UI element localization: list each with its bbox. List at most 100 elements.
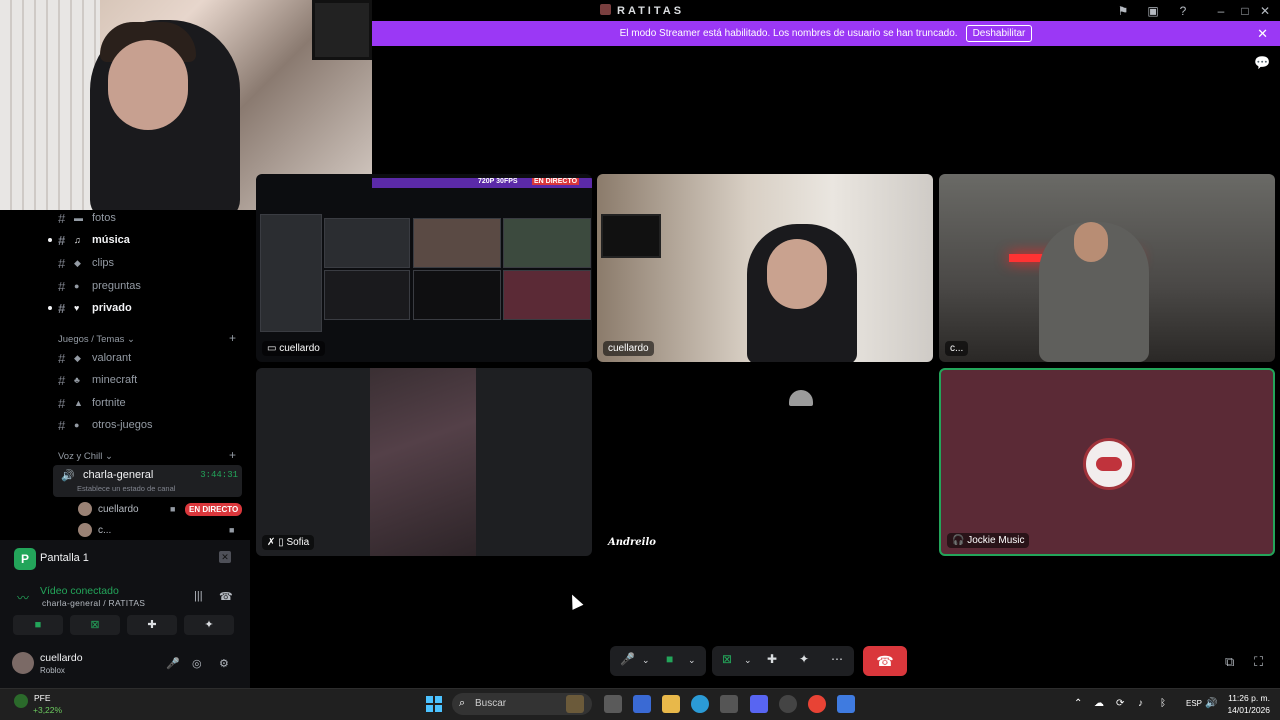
joystick-icon: ♣ bbox=[74, 375, 80, 385]
search-icon: ⌕ bbox=[459, 697, 466, 709]
chevron-up-icon[interactable]: ⌃ bbox=[1074, 698, 1082, 709]
search-placeholder[interactable]: Buscar bbox=[475, 698, 506, 709]
add-channel-icon[interactable]: + bbox=[229, 448, 236, 462]
noise-suppression-icon[interactable]: ||| bbox=[194, 590, 203, 602]
channel-otros-juegos[interactable]: # ● otros-juegos bbox=[58, 416, 153, 434]
inbox-icon[interactable]: ⚑ bbox=[1116, 4, 1130, 18]
sync-icon[interactable]: ⟳ bbox=[1116, 698, 1124, 709]
cloud-icon[interactable]: ☁ bbox=[1094, 698, 1104, 709]
store-icon[interactable] bbox=[720, 695, 738, 713]
activities-button[interactable]: ✚ bbox=[127, 615, 177, 635]
voice-member[interactable]: c... bbox=[78, 523, 111, 537]
hash-icon: # bbox=[58, 210, 66, 226]
close-banner-icon[interactable]: ✕ bbox=[1257, 26, 1268, 42]
stock-change: +3,22% bbox=[33, 705, 63, 715]
camera-tile-sofia[interactable]: ✗ ▯ Sofia bbox=[256, 368, 592, 556]
popout-icon[interactable]: ⧉ bbox=[1225, 654, 1234, 670]
channel-privado[interactable]: # ♥ privado bbox=[58, 299, 132, 317]
copilot-icon[interactable] bbox=[633, 695, 651, 713]
disable-streamer-button[interactable]: Deshabilitar bbox=[965, 25, 1033, 42]
file-explorer-icon[interactable] bbox=[662, 695, 680, 713]
disconnect-icon[interactable]: ☎ bbox=[219, 590, 233, 603]
screen-share-icon: P bbox=[14, 548, 36, 570]
stream-tile[interactable]: 720P 30FPS EN DIRECTO ▭ cuellardo bbox=[256, 174, 592, 362]
channel-minecraft[interactable]: # ♣ minecraft bbox=[58, 371, 137, 389]
app-icon[interactable] bbox=[837, 695, 855, 713]
hang-up-button[interactable]: ☎ bbox=[863, 646, 907, 676]
channel-fortnite[interactable]: # ▲ fortnite bbox=[58, 394, 126, 412]
camera-tile-cuellardo[interactable]: cuellardo bbox=[597, 174, 933, 362]
add-channel-icon[interactable]: + bbox=[229, 331, 236, 345]
speaker-icon[interactable]: 🔊 bbox=[1205, 698, 1217, 709]
channel-clips[interactable]: # ◆ clips bbox=[58, 254, 114, 272]
discord-icon[interactable] bbox=[750, 695, 768, 713]
close-window-icon[interactable]: ✕ bbox=[1258, 4, 1272, 18]
maximize-icon[interactable]: □ bbox=[1238, 4, 1252, 18]
channel-musica[interactable]: # ♫ música bbox=[58, 231, 130, 249]
clock-date[interactable]: 14/01/2026 bbox=[1224, 705, 1270, 715]
headphones-icon[interactable]: ◎ bbox=[192, 657, 202, 670]
screen-share-button[interactable]: ⊠ bbox=[70, 615, 120, 635]
voice-timer: 3:44:31 bbox=[200, 470, 238, 480]
app-icon[interactable] bbox=[779, 695, 797, 713]
channel-valorant[interactable]: # ◆ valorant bbox=[58, 349, 131, 367]
fire-icon: ▲ bbox=[74, 398, 83, 408]
channel-fotos[interactable]: # ▬ fotos bbox=[58, 209, 116, 227]
task-view-icon[interactable] bbox=[604, 695, 622, 713]
gamepad-icon: ◆ bbox=[74, 352, 81, 363]
microphone-icon[interactable]: 🎤 bbox=[620, 652, 635, 666]
screen-share-icon[interactable]: ⊠ bbox=[722, 652, 732, 666]
hearts-icon: ♥ bbox=[74, 303, 80, 313]
category-games[interactable]: Juegos / Temas ⌄ bbox=[58, 334, 135, 345]
help-icon[interactable]: ? bbox=[1176, 4, 1190, 18]
minimize-icon[interactable]: – bbox=[1214, 4, 1228, 18]
more-options-icon[interactable]: ⋯ bbox=[831, 652, 843, 666]
settings-gear-icon[interactable]: ⚙ bbox=[219, 657, 229, 670]
category-voice[interactable]: Voz y Chill ⌄ bbox=[58, 451, 113, 462]
voice-location[interactable]: charla-general / RATITAS bbox=[42, 598, 145, 608]
banner-text: El modo Streamer está habilitado. Los no… bbox=[619, 28, 958, 39]
title-bar bbox=[372, 0, 1280, 21]
chevron-down-icon[interactable]: ⌄ bbox=[688, 655, 696, 666]
bot-tile-jockie-music[interactable]: 🎧 Jockie Music bbox=[939, 368, 1275, 556]
edge-icon[interactable] bbox=[691, 695, 709, 713]
camera-toggle-button[interactable]: ■ bbox=[13, 615, 63, 635]
microphone-icon[interactable]: ♪ bbox=[1138, 698, 1143, 709]
soundboard-icon[interactable]: ✦ bbox=[799, 652, 809, 666]
channel-preguntas[interactable]: # ● preguntas bbox=[58, 277, 141, 295]
activities-icon[interactable]: ✚ bbox=[767, 652, 777, 666]
avatar bbox=[78, 523, 92, 537]
stock-widget-icon[interactable] bbox=[14, 694, 28, 708]
camera-icon[interactable]: ■ bbox=[666, 652, 673, 666]
chrome-icon[interactable] bbox=[808, 695, 826, 713]
user-panel bbox=[0, 540, 250, 688]
windows-start-icon[interactable] bbox=[426, 696, 442, 712]
stock-name[interactable]: PFE bbox=[34, 693, 51, 703]
speaker-icon: 🔊 bbox=[61, 470, 75, 482]
voice-member[interactable]: cuellardo bbox=[78, 502, 139, 516]
user-status: Roblox bbox=[40, 666, 65, 675]
soundboard-button[interactable]: ✦ bbox=[184, 615, 234, 635]
channel-status-input[interactable]: Establece un estado de canal bbox=[77, 484, 175, 493]
gamepad-icon: ◆ bbox=[74, 257, 81, 268]
microphone-icon[interactable]: 🎤 bbox=[166, 657, 180, 670]
chat-icon[interactable]: 💬 bbox=[1254, 55, 1270, 71]
camera-tile-andreilo[interactable]: Andreilo bbox=[597, 368, 933, 556]
stop-share-icon[interactable]: ✕ bbox=[219, 551, 231, 563]
clock-time[interactable]: 11:26 p. m. bbox=[1224, 693, 1270, 703]
avatar[interactable] bbox=[12, 652, 34, 674]
user-name[interactable]: cuellardo bbox=[40, 652, 83, 664]
voice-connected-label[interactable]: Vídeo conectado bbox=[40, 585, 119, 597]
chevron-down-icon[interactable]: ⌄ bbox=[642, 655, 650, 666]
widget-icon[interactable] bbox=[566, 695, 584, 713]
thinking-icon: ● bbox=[74, 281, 80, 291]
chevron-down-icon[interactable]: ⌄ bbox=[744, 655, 752, 666]
unread-indicator bbox=[48, 306, 52, 310]
language-indicator[interactable]: ESP bbox=[1186, 699, 1202, 708]
bluetooth-icon[interactable]: ᛒ bbox=[1160, 698, 1166, 709]
fullscreen-icon[interactable]: ⛶ bbox=[1254, 654, 1263, 670]
camera-tile-c[interactable]: c... bbox=[939, 174, 1275, 362]
voice-channel-charla-general[interactable]: 🔊 charla-general 3:44:31 Establece un es… bbox=[53, 465, 242, 497]
mouse-cursor bbox=[566, 592, 584, 610]
screen-icon[interactable]: ▣ bbox=[1146, 4, 1160, 18]
